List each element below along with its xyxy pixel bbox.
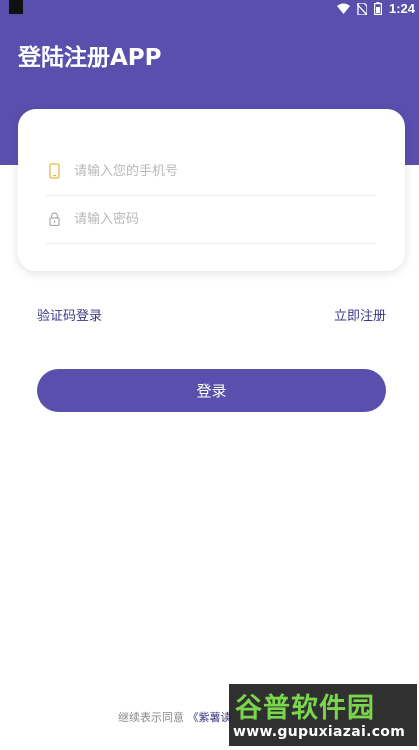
phone-icon — [46, 163, 62, 179]
watermark-title: 谷普软件园 — [235, 693, 375, 724]
watermark: 谷普软件园 www.gupuxiazai.com — [229, 684, 417, 746]
status-bar: 1:24 — [0, 0, 419, 20]
status-icons: 1:24 — [336, 1, 415, 16]
phone-input[interactable] — [72, 162, 366, 180]
agreement-prefix: 继续表示同意 — [118, 711, 184, 724]
password-field — [46, 195, 376, 244]
notification-icon — [9, 0, 23, 14]
login-button[interactable]: 登录 — [37, 369, 386, 412]
battery-icon — [373, 2, 382, 15]
status-time: 1:24 — [388, 1, 415, 16]
wifi-icon — [336, 3, 350, 14]
watermark-url: www.gupuxiazai.com — [233, 724, 406, 740]
page-title: 登陆注册APP — [18, 45, 162, 71]
lock-icon — [46, 211, 62, 227]
policy-link[interactable]: 《紫薯读 — [188, 711, 232, 724]
sms-login-link[interactable]: 验证码登录 — [37, 305, 102, 324]
login-card — [18, 109, 405, 271]
password-input[interactable] — [72, 210, 366, 228]
register-link[interactable]: 立即注册 — [334, 305, 386, 324]
no-sim-icon — [356, 2, 367, 15]
phone-field — [46, 147, 376, 196]
agreement-text: 继续表示同意 《紫薯读 — [118, 709, 232, 725]
